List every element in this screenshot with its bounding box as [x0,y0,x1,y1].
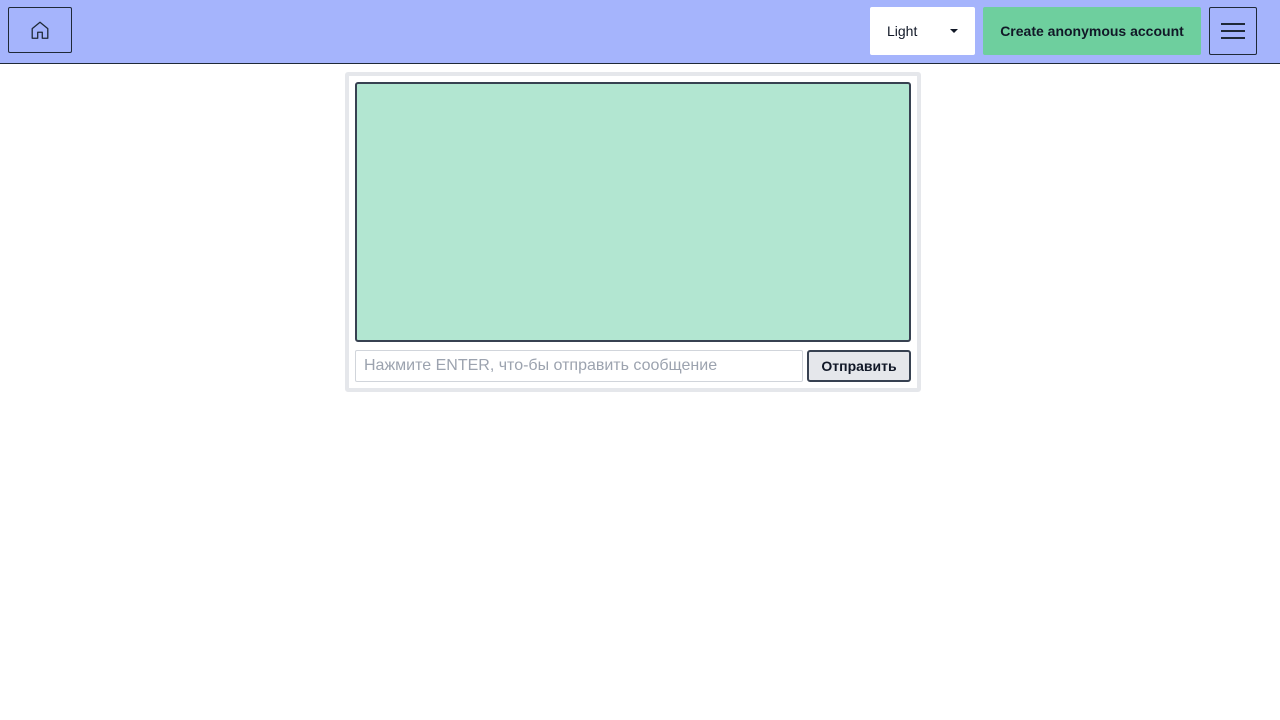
create-anonymous-account-button[interactable]: Create anonymous account [983,7,1201,55]
theme-select[interactable]: Light [870,7,975,55]
hamburger-menu-icon [1221,23,1245,39]
home-icon [31,21,49,39]
chat-panel: Отправить [345,72,921,392]
messages-area[interactable] [355,82,911,342]
top-navbar: Light Create anonymous account [0,0,1280,64]
home-button[interactable] [8,7,72,53]
message-input[interactable] [355,350,803,382]
menu-button[interactable] [1209,7,1257,55]
caret-down-icon [950,29,958,33]
send-button[interactable]: Отправить [807,350,911,382]
theme-select-value: Light [887,23,918,39]
